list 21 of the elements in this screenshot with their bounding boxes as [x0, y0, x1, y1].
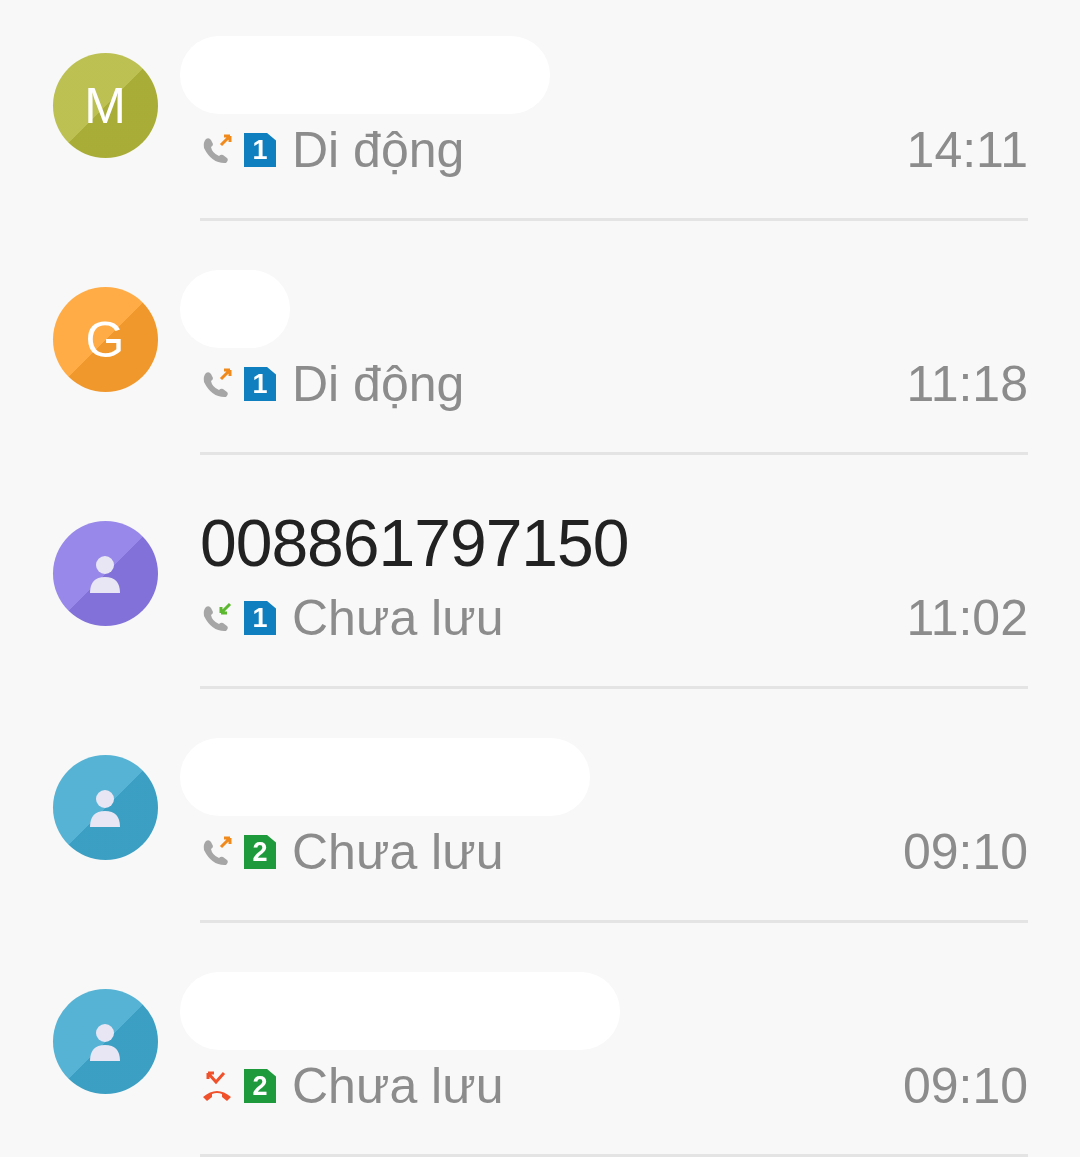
phone-number: 008861797150: [200, 505, 629, 581]
call-time: 11:02: [906, 589, 1028, 647]
contact-avatar: G: [52, 287, 158, 392]
call-time: 09:10: [902, 1057, 1028, 1115]
sim-badge: 1: [244, 601, 276, 635]
person-icon: [88, 788, 122, 827]
call-time: 11:18: [906, 355, 1028, 413]
number-type: Chưa lưu: [292, 589, 505, 647]
sim-badge: 1: [244, 367, 276, 401]
sim-badge: 2: [244, 835, 276, 869]
call-time: 09:10: [902, 823, 1028, 881]
number-type: Chưa lưu: [292, 1057, 505, 1115]
contact-avatar: M: [52, 53, 158, 158]
number-type: Di động: [292, 355, 466, 413]
person-icon: [88, 1022, 122, 1061]
number-type: Di động: [292, 121, 466, 179]
number-type: Chưa lưu: [292, 823, 505, 881]
sim-badge: 2: [244, 1069, 276, 1103]
call-time: 14:11: [906, 121, 1028, 179]
person-icon: [88, 554, 122, 593]
sim-badge: 1: [244, 133, 276, 167]
